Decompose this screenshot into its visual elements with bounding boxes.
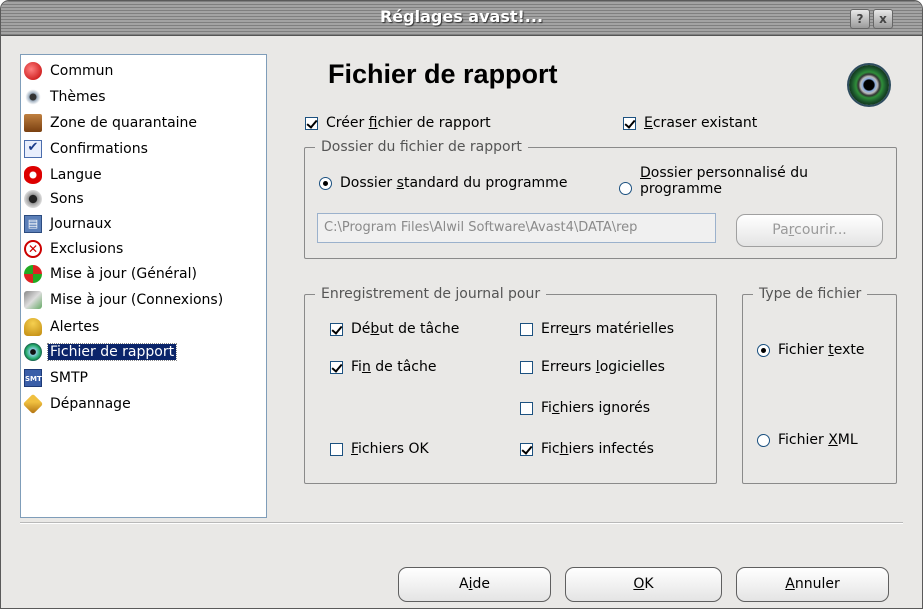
checkbox-box[interactable] [520, 360, 533, 374]
software-errors-checkbox[interactable]: Erreurs logicielles [520, 359, 665, 375]
checkbox-box[interactable] [305, 116, 318, 130]
nav-item-commun[interactable]: Commun [24, 60, 115, 82]
standard-folder-radio[interactable]: Dossier standard du programme [319, 175, 567, 191]
checkbox-box[interactable] [330, 442, 343, 456]
settings-category-list[interactable]: Commun Thèmes Zone de quarantaine ✔ Confi… [20, 54, 267, 518]
help-title-button[interactable]: ? [850, 9, 870, 29]
nav-item-fichier-de-rapport[interactable]: Fichier de rapport [24, 341, 178, 363]
create-report-checkbox[interactable]: Créer fichier de rapport [305, 115, 491, 131]
settings-dialog: Réglages avast!... ? x Commun Thèmes Zon… [0, 0, 923, 609]
nav-item-langue[interactable]: Langue [24, 164, 104, 186]
report-folder-path-input[interactable]: C:\Program Files\Alwil Software\Avast4\D… [317, 213, 716, 243]
checkbox-box[interactable] [330, 360, 343, 374]
sounds-icon [24, 190, 42, 208]
title-bar[interactable]: Réglages avast!... ? x [1, 1, 922, 36]
ok-button[interactable]: OK [565, 567, 722, 602]
avast-logo-icon [849, 65, 889, 105]
file-type-group: Type de fichier [742, 286, 897, 484]
checkbox-box[interactable] [520, 401, 533, 415]
nav-item-exclusions[interactable]: ✕ Exclusions [24, 238, 125, 260]
files-ok-checkbox[interactable]: Fichiers OK [330, 441, 429, 457]
nav-item-mise-a-jour-general[interactable]: Mise à jour (Général) [24, 263, 199, 285]
nav-item-sons[interactable]: Sons [24, 188, 86, 210]
nav-item-journaux[interactable]: ▤ Journaux [24, 213, 114, 235]
smtp-icon: SMTP [24, 369, 47, 387]
exclusions-icon: ✕ [24, 240, 42, 258]
group-title: Enregistrement de journal pour [315, 286, 547, 302]
themes-icon [24, 88, 42, 106]
connections-icon [24, 291, 42, 309]
logs-icon: ▤ [24, 215, 42, 233]
confirmations-icon: ✔ [24, 140, 42, 158]
browse-button[interactable]: Parcourir... [736, 214, 883, 247]
nav-item-depannage[interactable]: Dépannage [22, 393, 133, 415]
alerts-icon [24, 318, 42, 336]
group-title: Type de fichier [753, 286, 868, 302]
nav-item-themes[interactable]: Thèmes [24, 86, 108, 108]
group-title: Dossier du fichier de rapport [315, 139, 528, 155]
close-button[interactable]: x [873, 9, 893, 29]
update-icon [24, 265, 42, 283]
help-button[interactable]: Aide [398, 567, 551, 602]
checkbox-box[interactable] [520, 442, 533, 456]
radio-dot[interactable] [757, 343, 770, 357]
nav-item-smtp[interactable]: SMTP SMTP [24, 367, 90, 389]
language-icon [24, 166, 42, 184]
radio-dot[interactable] [757, 433, 770, 447]
footer-separator [20, 522, 903, 524]
checkbox-box[interactable] [520, 322, 533, 336]
radio-dot[interactable] [319, 176, 332, 190]
hardware-errors-checkbox[interactable]: Erreurs matérielles [520, 321, 674, 337]
troubleshooting-icon [22, 393, 44, 415]
overwrite-existing-checkbox[interactable]: Ecraser existant [623, 115, 757, 131]
task-end-checkbox[interactable]: Fin de tâche [330, 359, 436, 375]
nav-item-alertes[interactable]: Alertes [24, 316, 101, 338]
infected-files-checkbox[interactable]: Fichiers infectés [520, 441, 654, 457]
nav-item-confirmations[interactable]: ✔ Confirmations [24, 138, 150, 160]
page-title: Fichier de rapport [328, 59, 558, 89]
nav-item-quarantaine[interactable]: Zone de quarantaine [24, 112, 199, 134]
checkbox-box[interactable] [330, 322, 343, 336]
custom-folder-radio[interactable]: Dossier personnalisé du programme [619, 165, 849, 197]
task-start-checkbox[interactable]: Début de tâche [330, 321, 459, 337]
radio-dot[interactable] [619, 181, 632, 195]
xml-file-radio[interactable]: Fichier XML [757, 432, 858, 448]
checkbox-box[interactable] [623, 116, 636, 130]
ignored-files-checkbox[interactable]: Fichiers ignorés [520, 400, 650, 416]
text-file-radio[interactable]: Fichier texte [757, 342, 864, 358]
quarantine-icon [24, 114, 42, 132]
cancel-button[interactable]: Annuler [736, 567, 889, 602]
window-title: Réglages avast!... [379, 7, 544, 26]
nav-item-mise-a-jour-connexions[interactable]: Mise à jour (Connexions) [24, 289, 225, 311]
commun-icon [24, 62, 42, 80]
avast-icon [24, 343, 42, 361]
